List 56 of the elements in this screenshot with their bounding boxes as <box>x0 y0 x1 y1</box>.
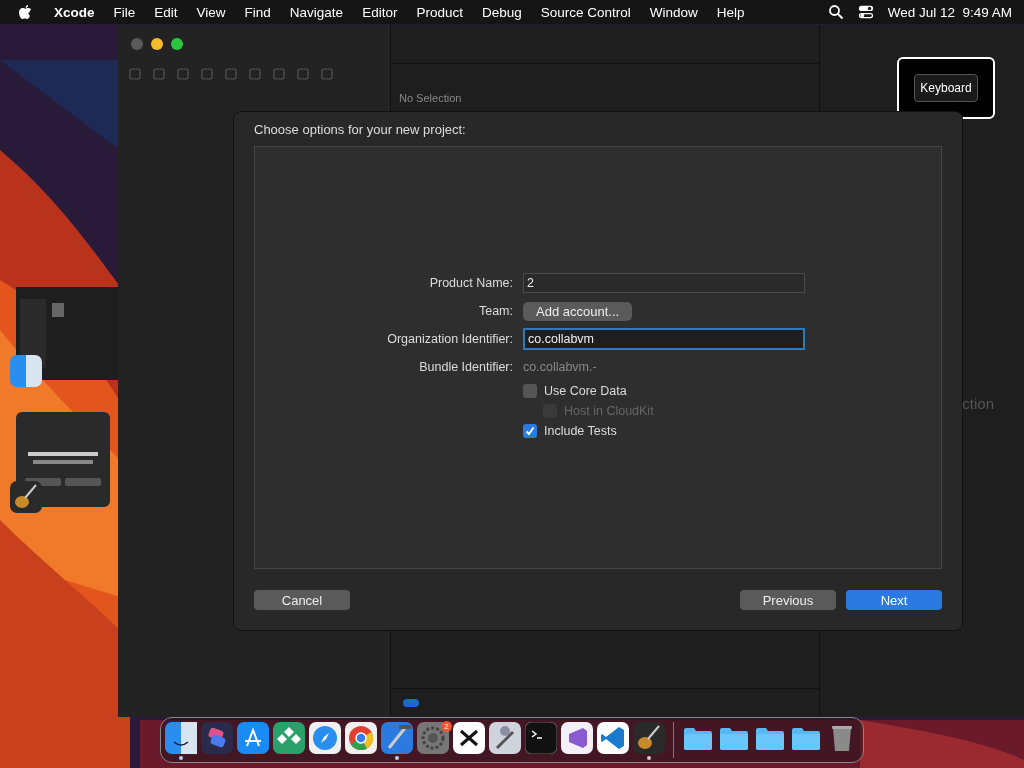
diamond-app-icon[interactable] <box>273 721 305 754</box>
control-center-icon[interactable] <box>857 4 874 20</box>
shortcuts-icon[interactable] <box>201 721 233 754</box>
checkbox[interactable] <box>523 424 537 438</box>
search-icon[interactable] <box>827 4 844 20</box>
field-label: Product Name: <box>428 276 513 290</box>
scissors-app-icon[interactable] <box>453 721 485 754</box>
checkbox[interactable] <box>523 384 537 398</box>
menu-item[interactable]: Source Control <box>540 4 631 20</box>
checkbox-label: Include Tests <box>544 424 617 438</box>
menu-item[interactable]: Find <box>244 4 271 20</box>
dialog-button[interactable]: Cancel <box>254 590 350 610</box>
menu-item[interactable]: Help <box>716 4 745 20</box>
editor-status-text: No Selection <box>398 92 463 104</box>
field-label: Bundle Identifier: <box>418 360 513 374</box>
filter-toggle[interactable] <box>403 699 419 707</box>
finder-icon <box>10 355 42 387</box>
dialog-button[interactable]: Previous <box>740 590 836 610</box>
zoom-window-icon[interactable] <box>171 38 183 50</box>
app-menu[interactable]: Xcode <box>54 4 95 20</box>
code-editor-icon[interactable] <box>561 721 593 754</box>
menu-item[interactable]: Edit <box>154 4 178 20</box>
notification-badge: 2 <box>441 721 452 732</box>
finder-icon[interactable] <box>165 721 197 754</box>
code-editor-icon[interactable] <box>597 721 629 754</box>
terminal-icon[interactable] <box>525 721 557 754</box>
browser-icon[interactable] <box>345 721 377 754</box>
menu-item[interactable]: View <box>196 4 226 20</box>
window-thumbnail[interactable] <box>16 287 118 380</box>
hammer-app-icon[interactable] <box>381 721 413 754</box>
text-field[interactable]: 2 <box>523 273 805 293</box>
bundle-identifier-value: co.collabvm.- <box>523 360 597 374</box>
guitar-icon[interactable] <box>633 721 665 754</box>
field-label: Team: <box>477 304 513 318</box>
apple-logo-icon[interactable] <box>18 4 32 20</box>
window-thumbnail[interactable] <box>16 412 110 507</box>
utility-icon[interactable] <box>489 721 521 754</box>
menu-item[interactable]: Product <box>416 4 463 20</box>
keyboard-key[interactable]: Keyboard <box>914 74 978 102</box>
compass-icon[interactable] <box>309 721 341 754</box>
dialog-button[interactable]: Next <box>846 590 942 610</box>
menu-item[interactable]: Debug <box>481 4 522 20</box>
guitar-icon <box>10 481 42 513</box>
field-label: Organization Identifier: <box>386 332 513 346</box>
minimize-window-icon[interactable] <box>151 38 163 50</box>
menu-item[interactable]: Editor <box>362 4 398 20</box>
menu-item[interactable]: File <box>113 4 136 20</box>
checkbox-label: Use Core Data <box>544 384 627 398</box>
menu-item[interactable]: Navigate <box>289 4 344 20</box>
menu-item[interactable]: Window <box>649 4 698 20</box>
add-account-button[interactable]: Add account... <box>523 301 633 321</box>
checkbox-label: Host in CloudKit <box>564 404 654 418</box>
dialog-title: Choose options for your new project: <box>254 122 467 137</box>
text-field[interactable]: co.collabvm <box>523 328 805 350</box>
app-store-icon[interactable] <box>237 721 269 754</box>
menu-bar-clock: Wed Jul 12 9:49 AM <box>887 4 1012 20</box>
